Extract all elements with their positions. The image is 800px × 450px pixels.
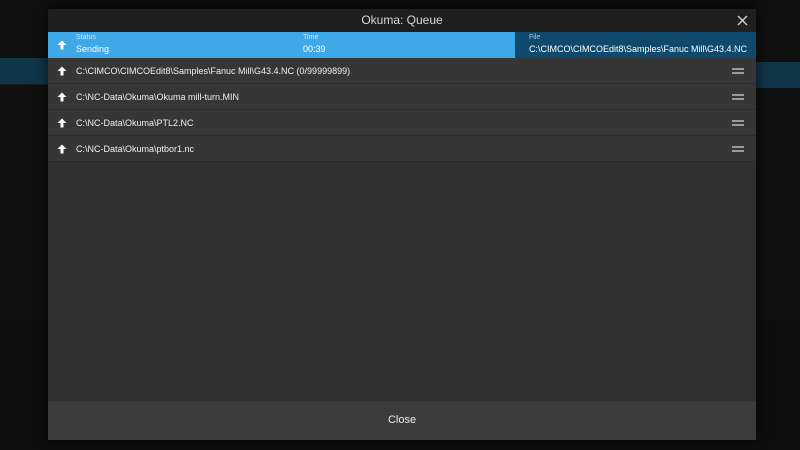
queue-item[interactable]: C:\NC-Data\Okuma\ptbor1.nc: [48, 136, 756, 162]
upload-arrow-icon: [57, 66, 67, 76]
drag-handle-icon[interactable]: [732, 146, 744, 152]
dialog-title: Okuma: Queue: [361, 13, 443, 27]
background-selected-strip: [0, 58, 48, 85]
time-caption: Time: [303, 34, 319, 41]
drag-handle-icon[interactable]: [732, 94, 744, 100]
queue-item-path: C:\NC-Data\Okuma\ptbor1.nc: [76, 144, 195, 154]
status-caption: Status: [76, 34, 96, 41]
upload-arrow-icon: [57, 144, 67, 154]
title-bar: Okuma: Queue: [48, 9, 756, 32]
time-value: 00:39: [303, 44, 326, 54]
close-button[interactable]: Close: [48, 401, 756, 440]
queue-item[interactable]: C:\NC-Data\Okuma\PTL2.NC: [48, 110, 756, 136]
queue-item-path: C:\NC-Data\Okuma\Okuma mill-turn.MIN: [76, 92, 240, 102]
queue-item[interactable]: C:\CIMCO\CIMCOEdit8\Samples\Fanuc Mill\G…: [48, 58, 756, 84]
active-job-file-panel: File C:\CIMCO\CIMCOEdit8\Samples\Fanuc M…: [515, 32, 756, 58]
background-sidebar: [0, 0, 48, 320]
upload-arrow-icon: [57, 40, 67, 50]
queue-item-path: C:\NC-Data\Okuma\PTL2.NC: [76, 118, 194, 128]
status-value: Sending: [76, 44, 110, 54]
upload-arrow-icon: [57, 118, 67, 128]
queue-item[interactable]: C:\NC-Data\Okuma\Okuma mill-turn.MIN: [48, 84, 756, 110]
drag-handle-icon[interactable]: [732, 120, 744, 126]
upload-arrow-icon: [57, 92, 67, 102]
queue-dialog: Okuma: Queue Status Sending Time 00:39 F…: [48, 9, 756, 440]
close-icon[interactable]: [734, 12, 750, 28]
active-job-status-panel: Status Sending Time 00:39: [48, 32, 515, 58]
background-selected-strip-right: [756, 62, 800, 88]
file-value: C:\CIMCO\CIMCOEdit8\Samples\Fanuc Mill\G…: [529, 44, 748, 54]
queue-item-path: C:\CIMCO\CIMCOEdit8\Samples\Fanuc Mill\G…: [76, 66, 351, 76]
background-right-panel: [756, 0, 800, 320]
file-caption: File: [529, 34, 541, 41]
active-job-row[interactable]: Status Sending Time 00:39 File C:\CIMCO\…: [48, 32, 756, 58]
queue-list: C:\CIMCO\CIMCOEdit8\Samples\Fanuc Mill\G…: [48, 58, 756, 162]
drag-handle-icon[interactable]: [732, 68, 744, 74]
